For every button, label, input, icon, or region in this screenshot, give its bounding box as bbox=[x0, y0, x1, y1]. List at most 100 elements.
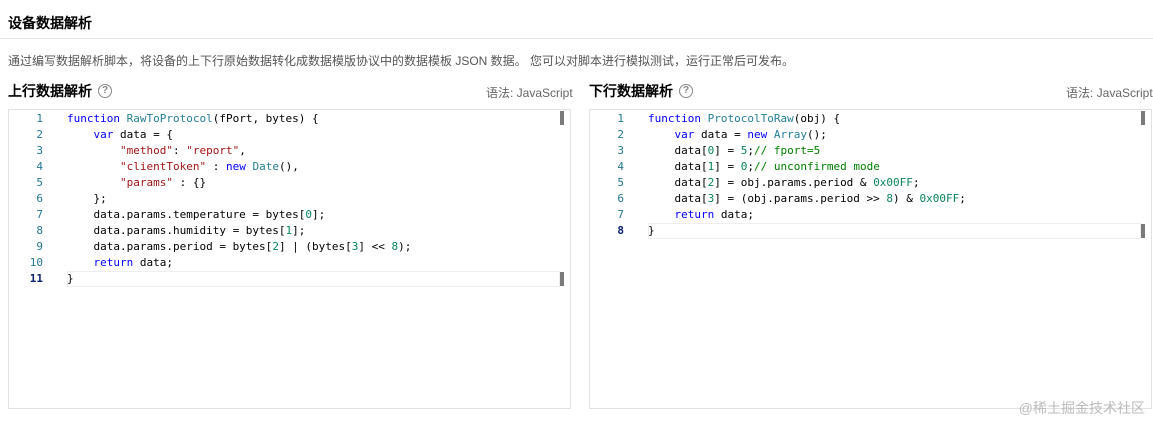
code-line: 7 return data; bbox=[590, 207, 1151, 223]
uplink-code-editor[interactable]: 1 function RawToProtocol(fPort, bytes) {2… bbox=[8, 109, 571, 409]
downlink-title: 下行数据解析 bbox=[589, 83, 673, 99]
help-icon[interactable]: ? bbox=[98, 84, 112, 98]
code-token: data[ bbox=[648, 144, 708, 157]
code-line: 3 "method": "report", bbox=[9, 143, 570, 159]
code-line: 11} bbox=[9, 271, 570, 287]
code-token: data.params.temperature = bytes[ bbox=[67, 208, 306, 221]
uplink-language-label: 语法: JavaScript bbox=[486, 86, 573, 100]
code-token: return bbox=[93, 256, 134, 269]
code-token: } bbox=[67, 272, 74, 285]
code-token: ; bbox=[747, 144, 754, 157]
code-line: 4 "clientToken" : new Date(), bbox=[9, 159, 570, 175]
code-token: ; bbox=[959, 192, 966, 205]
page-description: 通过编写数据解析脚本，将设备的上下行原始数据转化成数据模版协议中的数据模板 JS… bbox=[8, 54, 795, 68]
code-token: ) & bbox=[893, 192, 920, 205]
code-token: 2 bbox=[272, 240, 279, 253]
line-number: 11 bbox=[29, 272, 43, 285]
code-token: data = { bbox=[113, 128, 173, 141]
line-number: 4 bbox=[617, 160, 624, 173]
code-line: 7 data.params.temperature = bytes[0]; bbox=[9, 207, 570, 223]
code-text: }; bbox=[67, 191, 107, 207]
code-token: data; bbox=[133, 256, 173, 269]
code-token: : {} bbox=[172, 176, 207, 189]
code-token: ; bbox=[747, 160, 754, 173]
code-line: 5 data[2] = obj.params.period & 0x00FF; bbox=[590, 175, 1151, 191]
code-token: ] << bbox=[358, 240, 392, 253]
code-text: "clientToken" : new Date(), bbox=[67, 159, 299, 175]
code-token: ] = (obj.params.period >> bbox=[714, 192, 887, 205]
downlink-code-editor[interactable]: 1 function ProtocolToRaw(obj) {2 var data… bbox=[589, 109, 1152, 409]
code-token: data[ bbox=[648, 176, 708, 189]
code-text: return data; bbox=[648, 207, 755, 223]
line-number: 3 bbox=[617, 144, 624, 157]
help-icon[interactable]: ? bbox=[679, 84, 693, 98]
code-text: } bbox=[648, 223, 655, 239]
line-number: 1 bbox=[36, 112, 43, 125]
code-line: 8} bbox=[590, 223, 1151, 239]
code-token: function bbox=[67, 112, 127, 125]
code-text: data[0] = 5;// fport=5 bbox=[648, 143, 820, 159]
scrollbar-thumb[interactable] bbox=[560, 111, 564, 125]
uplink-header: 上行数据解析 ? bbox=[8, 82, 112, 100]
code-token: (obj) { bbox=[793, 112, 841, 125]
code-token: ProtocolToRaw bbox=[707, 112, 794, 125]
code-text: "method": "report", bbox=[67, 143, 246, 159]
code-token: }; bbox=[67, 192, 107, 205]
code-token: (), bbox=[278, 160, 299, 173]
line-number: 5 bbox=[36, 176, 43, 189]
code-token: ; bbox=[912, 176, 920, 189]
line-number: 3 bbox=[36, 144, 43, 157]
code-token: ); bbox=[398, 240, 412, 253]
code-text: var data = { bbox=[67, 127, 173, 143]
code-token: "method" bbox=[119, 144, 173, 157]
code-token: "report" bbox=[186, 144, 240, 157]
code-text: var data = new Array(); bbox=[648, 127, 827, 143]
line-number: 8 bbox=[617, 224, 624, 237]
code-token: Date bbox=[252, 160, 279, 173]
code-token: var bbox=[674, 128, 695, 141]
code-token: "params" bbox=[119, 176, 173, 189]
line-number: 6 bbox=[36, 192, 43, 205]
code-token: : bbox=[206, 160, 226, 173]
code-token: Array bbox=[773, 128, 807, 141]
divider bbox=[0, 38, 1153, 39]
code-token: 0x00FF bbox=[873, 176, 913, 189]
code-text: data[1] = 0;// unconfirmed mode bbox=[648, 159, 880, 175]
code-token: 0x00FF bbox=[919, 192, 960, 205]
code-text: function RawToProtocol(fPort, bytes) { bbox=[67, 111, 319, 127]
page-title: 设备数据解析 bbox=[8, 15, 92, 31]
watermark: @稀土掘金技术社区 bbox=[1018, 400, 1145, 416]
code-token: new bbox=[225, 160, 253, 173]
code-line: 2 var data = { bbox=[9, 127, 570, 143]
code-text: data.params.humidity = bytes[1]; bbox=[67, 223, 305, 239]
scrollbar-thumb[interactable] bbox=[1141, 111, 1145, 125]
code-token: (); bbox=[806, 128, 827, 141]
code-text: } bbox=[67, 271, 74, 287]
code-token: data[ bbox=[648, 160, 708, 173]
code-line: 1 function ProtocolToRaw(obj) { bbox=[590, 111, 1151, 127]
code-token: function bbox=[648, 112, 708, 125]
code-token: RawToProtocol bbox=[126, 112, 213, 125]
code-token: // fport=5 bbox=[753, 144, 821, 157]
line-number: 4 bbox=[36, 160, 43, 173]
line-number: 1 bbox=[617, 112, 624, 125]
line-number: 7 bbox=[36, 208, 43, 221]
code-line: 5 "params" : {} bbox=[9, 175, 570, 191]
code-token: data = bbox=[694, 128, 748, 141]
scrollbar-thumb[interactable] bbox=[560, 272, 564, 286]
code-token: ] = bbox=[714, 144, 741, 157]
code-token: var bbox=[93, 128, 114, 141]
scrollbar-thumb[interactable] bbox=[1141, 224, 1145, 238]
code-token: new bbox=[747, 128, 774, 141]
downlink-header: 下行数据解析 ? bbox=[589, 82, 693, 100]
code-text: data[3] = (obj.params.period >> 8) & 0x0… bbox=[648, 191, 966, 207]
code-token: // unconfirmed mode bbox=[753, 160, 880, 173]
code-line: 4 data[1] = 0;// unconfirmed mode bbox=[590, 159, 1151, 175]
code-token: ]; bbox=[312, 208, 326, 221]
